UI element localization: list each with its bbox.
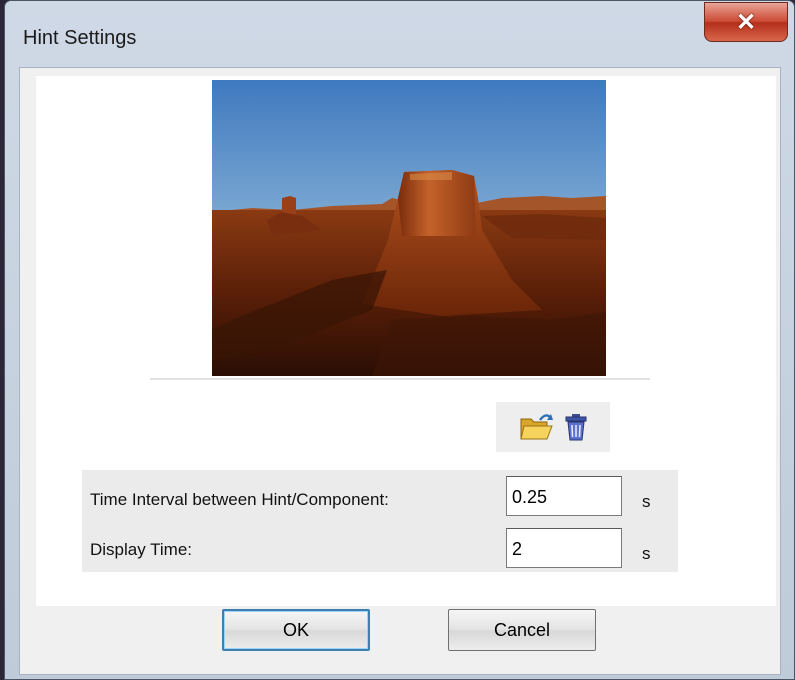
interval-label: Time Interval between Hint/Component: — [90, 490, 389, 509]
display-time-label: Display Time: — [90, 540, 193, 559]
desert-landscape-image — [212, 80, 606, 376]
open-folder-icon[interactable] — [518, 410, 554, 444]
display-time-unit: s — [642, 544, 651, 563]
dialog-title: Hint Settings — [23, 27, 137, 49]
ok-button[interactable]: OK — [222, 609, 370, 651]
timing-settings-group: Time Interval between Hint/Component: s … — [82, 470, 678, 572]
hint-image-preview — [212, 80, 606, 376]
trash-icon[interactable] — [558, 410, 594, 444]
cancel-button[interactable]: Cancel — [448, 609, 596, 651]
hint-settings-dialog: Hint Settings ✕ Time Interval between Hi… — [4, 0, 795, 680]
title-bar[interactable]: Hint Settings ✕ — [5, 1, 794, 69]
image-toolbar — [496, 402, 610, 452]
display-time-input[interactable] — [506, 528, 622, 568]
close-icon: ✕ — [735, 8, 757, 36]
dialog-client-area: Time Interval between Hint/Component: s … — [19, 67, 781, 675]
close-button[interactable]: ✕ — [704, 2, 788, 42]
interval-input[interactable] — [506, 476, 622, 516]
interval-unit: s — [642, 492, 651, 511]
preview-separator — [150, 378, 650, 380]
